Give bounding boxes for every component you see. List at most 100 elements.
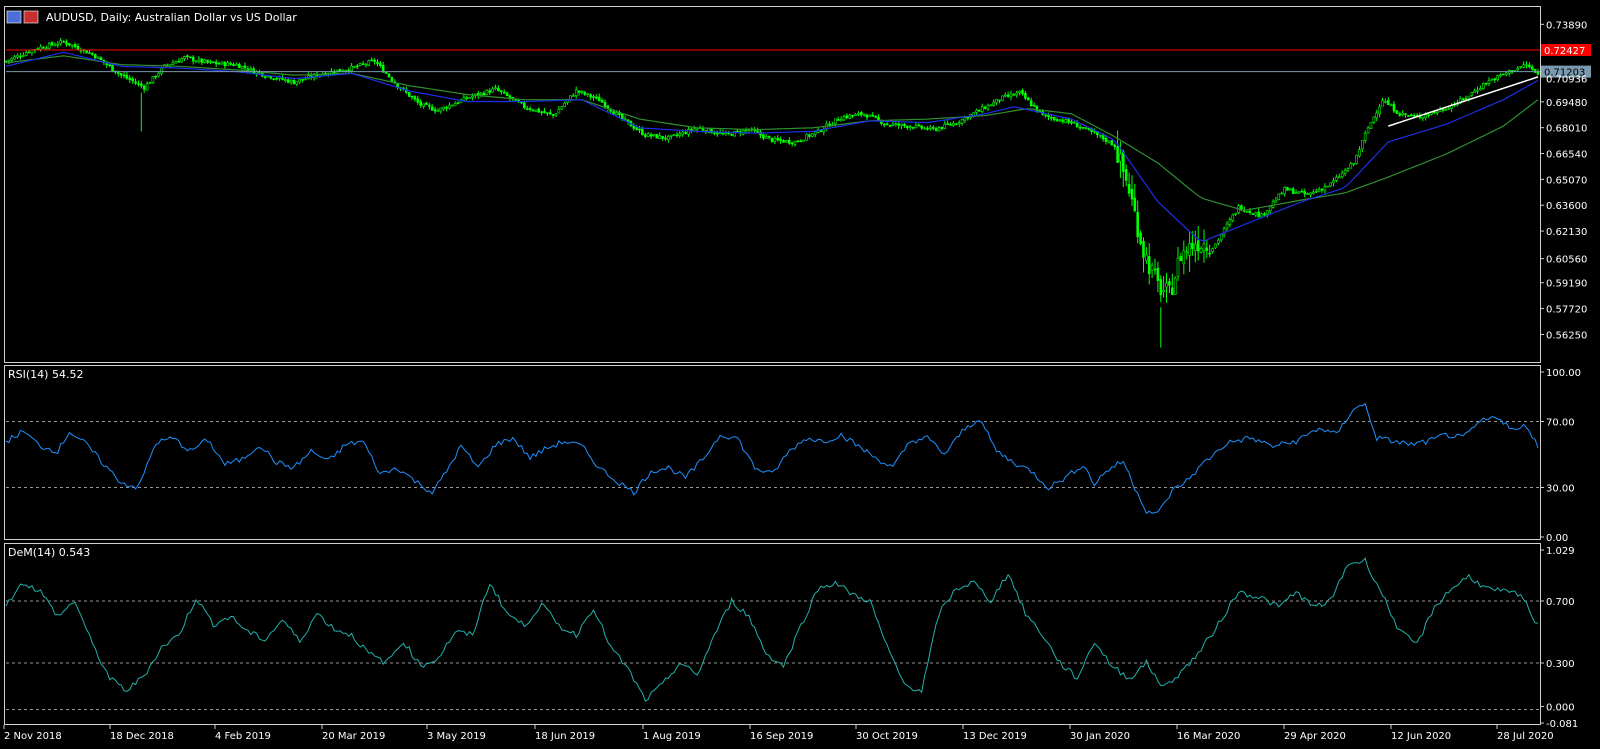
candle-body	[85, 50, 88, 54]
candle-body	[206, 59, 209, 63]
candle-body	[1182, 250, 1186, 265]
candle-body	[1329, 182, 1332, 187]
candle-body	[885, 123, 889, 125]
candle-body	[917, 124, 921, 127]
candle-body	[1245, 211, 1249, 213]
candle-body	[91, 53, 94, 55]
candle-body	[569, 95, 572, 100]
candle-body	[1107, 140, 1111, 143]
candle-body	[949, 124, 952, 126]
candle-body	[1055, 119, 1059, 122]
candle-body	[1384, 101, 1387, 103]
candle-body	[865, 114, 869, 118]
candle-body	[174, 61, 178, 64]
candle-body	[580, 91, 584, 93]
candle-body	[68, 43, 71, 46]
rsi-line	[5, 402, 1539, 515]
candle-body	[1260, 213, 1263, 218]
candle-body	[269, 76, 273, 79]
candle-body	[223, 61, 227, 67]
candle-body	[975, 110, 978, 113]
candle-body	[488, 90, 492, 93]
candle-body	[1427, 114, 1430, 116]
rsi-pane[interactable]	[4, 365, 1541, 540]
candle-body	[615, 112, 618, 116]
candle-body	[1487, 80, 1491, 84]
price-pane[interactable]	[4, 6, 1541, 363]
candle-body	[1274, 200, 1278, 203]
candle-body	[903, 124, 906, 127]
ma-fast-line	[5, 51, 1539, 242]
candle-body	[845, 115, 849, 119]
candle-body	[854, 113, 857, 116]
candle-body	[384, 72, 388, 74]
candle-body	[1119, 153, 1122, 162]
candle-body	[897, 123, 901, 126]
candle-body	[1266, 210, 1269, 215]
candle-body	[1297, 191, 1301, 194]
candle-body	[1248, 211, 1252, 213]
candle-body	[785, 140, 788, 143]
price-axis-label: 0.70936	[1546, 74, 1587, 85]
candle-body	[1217, 239, 1220, 244]
candle-body	[710, 128, 713, 134]
candle-body	[1199, 248, 1203, 253]
candle-body	[868, 114, 872, 118]
candle-body	[773, 138, 777, 142]
candle-body	[874, 116, 878, 118]
candle-body	[1286, 187, 1289, 191]
candle-body	[713, 132, 716, 134]
candle-body	[1516, 67, 1520, 70]
candle-body	[1444, 109, 1448, 111]
candle-body	[715, 132, 719, 135]
candle-body	[522, 102, 526, 109]
candle-body	[888, 125, 892, 127]
candle-body	[1378, 106, 1381, 115]
chart-canvas[interactable]: 2 Nov 2018 18 Dec 2018 4 Feb 2019 20 Mar 20…	[0, 0, 1600, 749]
candle-body	[603, 101, 607, 108]
candle-body	[220, 61, 224, 65]
candle-body	[194, 60, 198, 63]
date-axis-label: 16 Mar 2020	[1177, 731, 1240, 742]
candle-body	[217, 62, 221, 65]
candle-body	[534, 109, 538, 112]
candle-body	[908, 126, 912, 128]
candle-body	[1366, 127, 1370, 134]
candle-body	[802, 139, 806, 142]
candle-body	[497, 87, 500, 91]
date-axis-label: 2 Nov 2018	[4, 731, 62, 742]
candle-body	[1070, 121, 1073, 124]
candle-body	[154, 75, 157, 78]
candle-body	[730, 133, 734, 136]
candle-body	[373, 59, 376, 62]
candle-body	[1196, 240, 1200, 252]
dem-axis-label: 0.300	[1546, 659, 1575, 670]
candle-body	[992, 101, 996, 106]
candle-body	[528, 108, 532, 110]
candle-body	[635, 127, 639, 131]
dem-axis-label: -0.081	[1546, 719, 1578, 730]
candle-body	[427, 104, 431, 107]
dem-axis-label: 1.029	[1546, 546, 1575, 557]
candle-body	[592, 96, 595, 98]
candle-body	[1202, 243, 1206, 252]
candle-body	[42, 47, 45, 49]
candle-body	[304, 78, 307, 81]
rsi-axis-label: 0.00	[1546, 533, 1568, 544]
candle-body	[240, 65, 244, 69]
candle-body	[594, 96, 598, 99]
candle-body	[937, 127, 941, 132]
rsi-title: RSI(14) 54.52	[8, 368, 83, 381]
candle-body	[934, 128, 938, 131]
rsi-axis-label: 70.00	[1546, 418, 1575, 429]
candle-body	[960, 119, 964, 124]
price-axis-label: 0.56250	[1546, 330, 1587, 341]
chart-window[interactable]: 2 Nov 2018 18 Dec 2018 4 Feb 2019 20 Mar 20…	[0, 0, 1600, 749]
price-axis-label: 0.68010	[1546, 124, 1587, 135]
candle-body	[1482, 83, 1485, 89]
candle-body	[1326, 185, 1330, 188]
candle-body	[1006, 94, 1010, 97]
candle-body	[1519, 66, 1522, 68]
dem-pane[interactable]	[4, 543, 1541, 725]
trendline[interactable]	[1388, 76, 1539, 127]
